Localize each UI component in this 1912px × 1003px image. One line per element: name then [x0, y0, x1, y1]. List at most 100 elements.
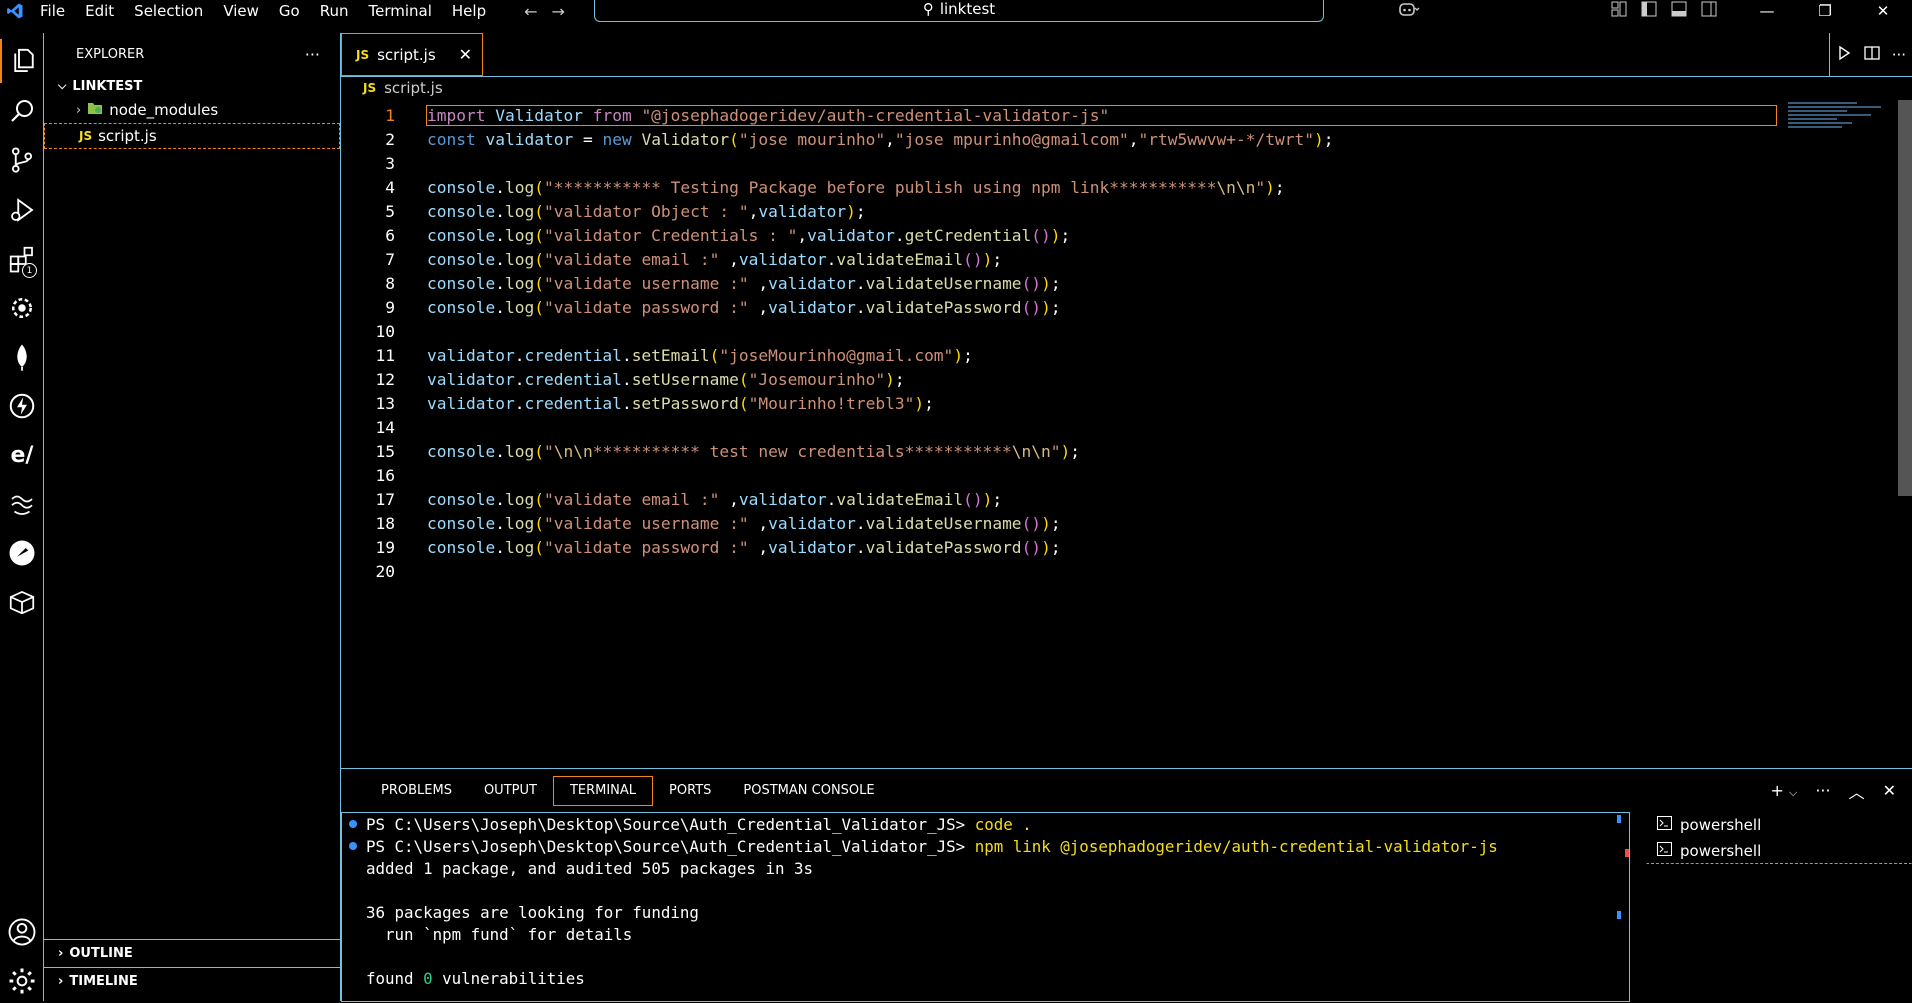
explorer-more-actions-icon[interactable]: ··· — [305, 45, 320, 64]
javascript-file-icon: JS — [363, 81, 377, 95]
timeline-section[interactable]: › TIMELINE — [44, 967, 340, 995]
search-icon: ⚲ — [922, 0, 934, 18]
code-line: 17 console.log("validate email :" ,valida… — [375, 489, 1003, 509]
code-line: 8 console.log("validate username :" ,vali… — [385, 273, 1061, 293]
outline-section[interactable]: › OUTLINE — [44, 939, 340, 967]
toggle-secondary-sidebar-icon[interactable] — [1694, 1, 1724, 21]
code-line: 9 console.log("validate password :" ,vali… — [385, 297, 1061, 317]
tab-output[interactable]: OUTPUT — [468, 776, 553, 806]
toggle-panel-icon[interactable] — [1664, 1, 1694, 21]
customize-layout-icon[interactable] — [1604, 1, 1634, 21]
code-line: 13 validator.credential.setPassword("Mour… — [375, 393, 934, 413]
title-bar: File Edit Selection View Go Run Terminal… — [0, 0, 1912, 22]
menu-bar: File Edit Selection View Go Run Terminal… — [30, 0, 496, 22]
toggle-primary-sidebar-icon[interactable] — [1634, 1, 1664, 21]
code-line: 2 const validator = new Validator("jose m… — [385, 129, 1334, 149]
terminal-list: powershell powershell — [1646, 812, 1912, 1002]
explorer-sidebar: EXPLORER ··· ⌵ LINKTEST › node_modules J… — [44, 33, 341, 1001]
terminal-scrollbar[interactable] — [1617, 815, 1621, 823]
menu-terminal[interactable]: Terminal — [359, 0, 442, 22]
back-arrow-icon[interactable]: ← — [524, 2, 537, 21]
copilot-icon[interactable] — [1384, 1, 1434, 21]
terminal-line: run `npm fund` for details — [366, 924, 633, 944]
tab-ports[interactable]: PORTS — [653, 776, 727, 806]
panel-actions: + ⌵ ··· ︿ ✕ — [1770, 769, 1896, 812]
tree-item-node-modules[interactable]: › node_modules — [44, 97, 340, 123]
code-line: 18 console.log("validate username :" ,val… — [375, 513, 1061, 533]
close-window-icon[interactable]: ✕ — [1854, 2, 1912, 20]
maximize-panel-chevron-up-icon[interactable]: ︿ — [1849, 779, 1865, 803]
close-panel-icon[interactable]: ✕ — [1883, 781, 1896, 800]
menu-selection[interactable]: Selection — [124, 0, 213, 22]
extensions-icon[interactable]: 1 — [0, 237, 44, 281]
javascript-file-icon: JS — [356, 47, 370, 62]
forward-arrow-icon[interactable]: → — [552, 2, 565, 21]
settings-gear-icon[interactable] — [0, 959, 44, 1003]
tab-postman-console[interactable]: POSTMAN CONSOLE — [727, 776, 890, 806]
command-decoration-icon[interactable] — [349, 820, 357, 828]
chevron-right-icon: › — [58, 974, 64, 989]
search-text: linktest — [939, 0, 996, 18]
run-file-icon[interactable] — [1836, 45, 1852, 65]
javascript-file-icon: JS — [79, 129, 93, 143]
terminal-line: found 0 vulnerabilities — [366, 968, 585, 988]
outline-label: OUTLINE — [69, 946, 133, 961]
terminal-line: PS C:\Users\Joseph\Desktop\Source\Auth_C… — [349, 813, 1629, 835]
mongodb-leaf-icon[interactable] — [0, 335, 44, 379]
terminal-instance-powershell[interactable]: powershell — [1646, 812, 1912, 838]
bottom-panel: PROBLEMS OUTPUT TERMINAL PORTS POSTMAN C… — [341, 768, 1912, 1002]
tab-problems[interactable]: PROBLEMS — [365, 776, 468, 806]
menu-run[interactable]: Run — [310, 0, 359, 22]
tree-item-script-js[interactable]: JS script.js — [44, 123, 340, 149]
postman-icon[interactable] — [0, 531, 44, 575]
code-line: 12 validator.credential.setUsername("Jose… — [375, 369, 905, 389]
menu-edit[interactable]: Edit — [75, 0, 124, 22]
close-tab-icon[interactable]: ✕ — [459, 45, 472, 64]
code-line: 15 console.log("\n\n*********** test new … — [375, 441, 1081, 461]
menu-go[interactable]: Go — [269, 0, 310, 22]
code-editor[interactable]: 1 import Validator from "@josephadogeride… — [341, 103, 1777, 583]
tree-item-label: node_modules — [109, 101, 219, 119]
ejs-icon[interactable]: e/ — [0, 433, 44, 477]
command-center-search[interactable]: ⚲ linktest — [594, 0, 1324, 22]
workspace-root[interactable]: ⌵ LINKTEST — [44, 75, 340, 97]
more-actions-icon[interactable]: ··· — [1815, 781, 1830, 800]
command-decoration-icon[interactable] — [349, 842, 357, 850]
explorer-header: EXPLORER ··· — [44, 33, 340, 75]
waves-icon[interactable] — [0, 482, 44, 526]
code-line: 10 — [375, 321, 396, 341]
chevron-down-icon: ⌵ — [58, 79, 67, 92]
accounts-icon[interactable] — [0, 910, 44, 954]
breadcrumb: JS script.js — [341, 77, 1912, 99]
activity-bar: 1 e/ — [0, 33, 44, 1001]
menu-view[interactable]: View — [213, 0, 269, 22]
source-control-icon[interactable] — [0, 138, 44, 182]
terminal-instance-powershell[interactable]: powershell — [1646, 838, 1912, 864]
menu-file[interactable]: File — [30, 0, 75, 22]
more-actions-icon[interactable]: ··· — [1892, 46, 1906, 64]
run-debug-icon[interactable] — [0, 188, 44, 232]
split-editor-icon[interactable] — [1864, 45, 1880, 65]
explorer-icon[interactable] — [0, 39, 46, 83]
new-terminal-plus-icon[interactable]: + ⌵ — [1770, 781, 1797, 800]
package-box-icon[interactable] — [0, 580, 44, 624]
terminal-icon — [1657, 842, 1672, 860]
breadcrumb-file[interactable]: script.js — [384, 79, 443, 97]
menu-help[interactable]: Help — [442, 0, 496, 22]
code-line: 20 — [375, 561, 396, 581]
minimize-icon[interactable]: — — [1738, 2, 1796, 20]
chevron-right-icon: › — [76, 102, 82, 118]
tab-terminal[interactable]: TERMINAL — [552, 775, 654, 806]
terminal-output[interactable]: PS C:\Users\Joseph\Desktop\Source\Auth_C… — [341, 812, 1630, 1002]
terminal-line: added 1 package, and audited 505 package… — [366, 858, 813, 878]
editor-scrollbar[interactable] — [1898, 100, 1912, 496]
tab-script-js[interactable]: JS script.js ✕ — [341, 33, 483, 76]
code-line: 1 import Validator from "@josephadogeride… — [341, 103, 1777, 127]
restore-icon[interactable]: ❐ — [1796, 2, 1854, 20]
minimap[interactable] — [1788, 100, 1886, 144]
search-icon[interactable] — [0, 89, 44, 133]
terminal-line: 36 packages are looking for funding — [366, 902, 699, 922]
remote-explorer-icon[interactable] — [0, 286, 44, 330]
thunder-client-icon[interactable] — [0, 384, 44, 428]
terminal-line: PS C:\Users\Joseph\Desktop\Source\Auth_C… — [349, 835, 1629, 857]
